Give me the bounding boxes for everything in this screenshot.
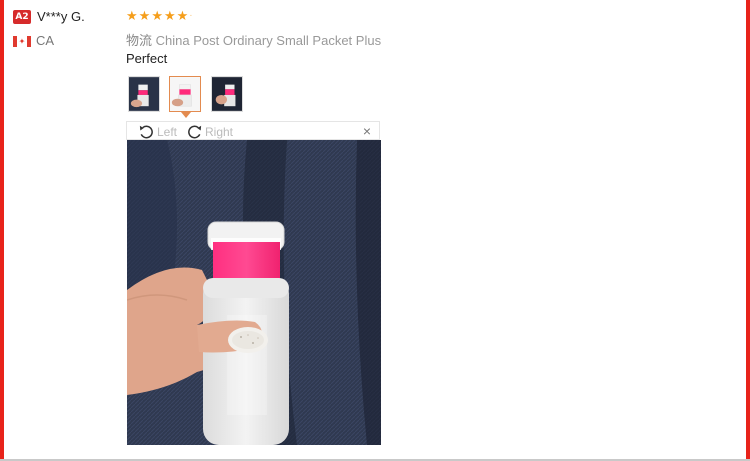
page-frame-right [746, 0, 750, 461]
review-photo [127, 140, 381, 445]
rotate-left-button[interactable]: Left [137, 122, 177, 141]
rotate-right-label: Right [205, 124, 234, 139]
star-icon: ★ [151, 8, 163, 23]
shipping-label: 物流 [126, 34, 153, 49]
shipping-info: 物流 China Post Ordinary Small Packet Plus [126, 30, 381, 49]
star-icon: ★ [138, 8, 151, 23]
reviewer-country: CA [36, 33, 55, 48]
review-photo-large[interactable] [127, 140, 381, 445]
review-text: Perfect [126, 51, 168, 66]
user-level-badge: A2 [13, 10, 31, 24]
review-thumbnail-3[interactable] [211, 76, 243, 112]
page-frame-left [0, 0, 4, 461]
rating-stars: ★ ★ ★ ★ ★ · [126, 9, 193, 22]
thumbnail-image [129, 77, 159, 111]
reviewer-name: V***y G. [37, 9, 85, 24]
selected-thumbnail-indicator [181, 112, 191, 118]
rotate-left-label: Left [157, 124, 178, 139]
star-icon: ★ [176, 8, 189, 23]
review-thumbnail-1[interactable] [128, 76, 160, 112]
thumbnail-image [170, 77, 200, 111]
canada-flag-icon: ✦ [13, 36, 31, 47]
rotate-left-icon [139, 125, 153, 139]
star-trail-icon: · [189, 10, 193, 21]
review-thumbnail-2[interactable] [169, 76, 201, 112]
rotate-right-icon [188, 125, 202, 139]
thumbnail-image [212, 77, 242, 111]
image-viewer-toolbar: Left Right × [126, 121, 380, 140]
star-icon: ★ [163, 8, 176, 23]
shipping-method: China Post Ordinary Small Packet Plus [155, 33, 382, 48]
close-icon[interactable]: × [363, 123, 371, 139]
star-icon: ★ [126, 8, 138, 23]
rotate-right-button[interactable]: Right [185, 122, 233, 141]
